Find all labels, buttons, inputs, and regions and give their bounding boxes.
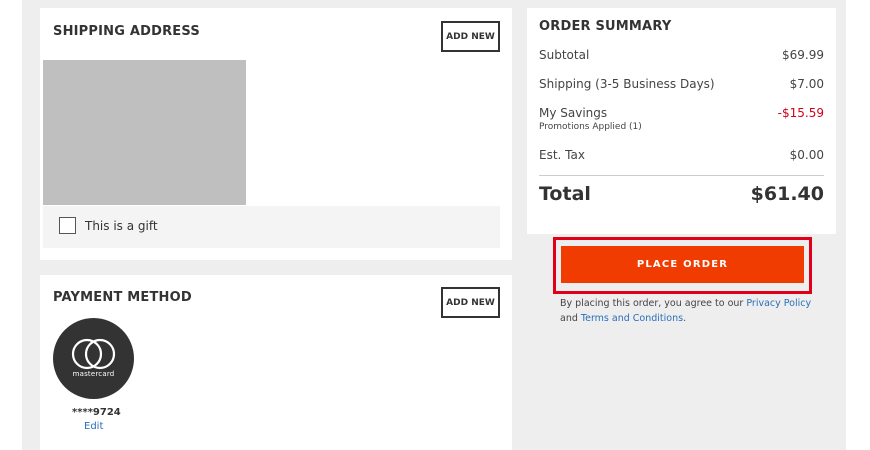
total-row: Total $61.40 [539, 183, 824, 213]
mastercard-rings-icon [71, 338, 116, 370]
privacy-policy-link[interactable]: Privacy Policy [746, 298, 811, 309]
gift-checkbox[interactable] [59, 217, 76, 234]
payment-method-card: PAYMENT METHOD ADD NEW mastercard ****97… [40, 275, 512, 450]
savings-value: -$15.59 [777, 106, 824, 120]
subtotal-value: $69.99 [782, 48, 824, 62]
summary-divider [539, 175, 824, 176]
tax-value: $0.00 [789, 148, 824, 162]
shipping-cost-value: $7.00 [789, 77, 824, 91]
terms-prefix: By placing this order, you agree to our [560, 298, 744, 309]
total-value: $61.40 [750, 183, 824, 205]
total-label: Total [539, 183, 591, 205]
shipping-address-card: SHIPPING ADDRESS ADD NEW This is a gift [40, 8, 512, 260]
payment-method-title: PAYMENT METHOD [53, 290, 192, 305]
savings-label: My Savings [539, 106, 608, 120]
address-placeholder [43, 60, 246, 205]
shipping-cost-label: Shipping (3-5 Business Days) [539, 77, 715, 91]
add-new-payment-button[interactable]: ADD NEW [441, 287, 500, 318]
terms-notice: By placing this order, you agree to our … [560, 296, 820, 326]
gift-option-row[interactable]: This is a gift [43, 206, 500, 248]
add-new-address-button[interactable]: ADD NEW [441, 21, 500, 52]
shipping-address-title: SHIPPING ADDRESS [53, 24, 200, 39]
edit-payment-link[interactable]: Edit [84, 421, 103, 432]
terms-suffix: . [683, 313, 687, 324]
card-number: ****9724 [72, 407, 121, 418]
mastercard-icon: mastercard [53, 318, 134, 399]
gift-label: This is a gift [85, 219, 158, 233]
promotions-applied-label: Promotions Applied (1) [539, 122, 642, 132]
tax-label: Est. Tax [539, 148, 585, 162]
order-summary-title: ORDER SUMMARY [539, 19, 672, 34]
place-order-button[interactable]: PLACE ORDER [561, 246, 804, 283]
order-summary-card: ORDER SUMMARY Subtotal $69.99 Shipping (… [527, 8, 836, 234]
subtotal-label: Subtotal [539, 48, 590, 62]
card-brand-label: mastercard [72, 370, 115, 378]
terms-conditions-link[interactable]: Terms and Conditions [581, 313, 683, 324]
place-order-highlight: PLACE ORDER [553, 237, 812, 294]
terms-and-text: and [560, 313, 578, 324]
